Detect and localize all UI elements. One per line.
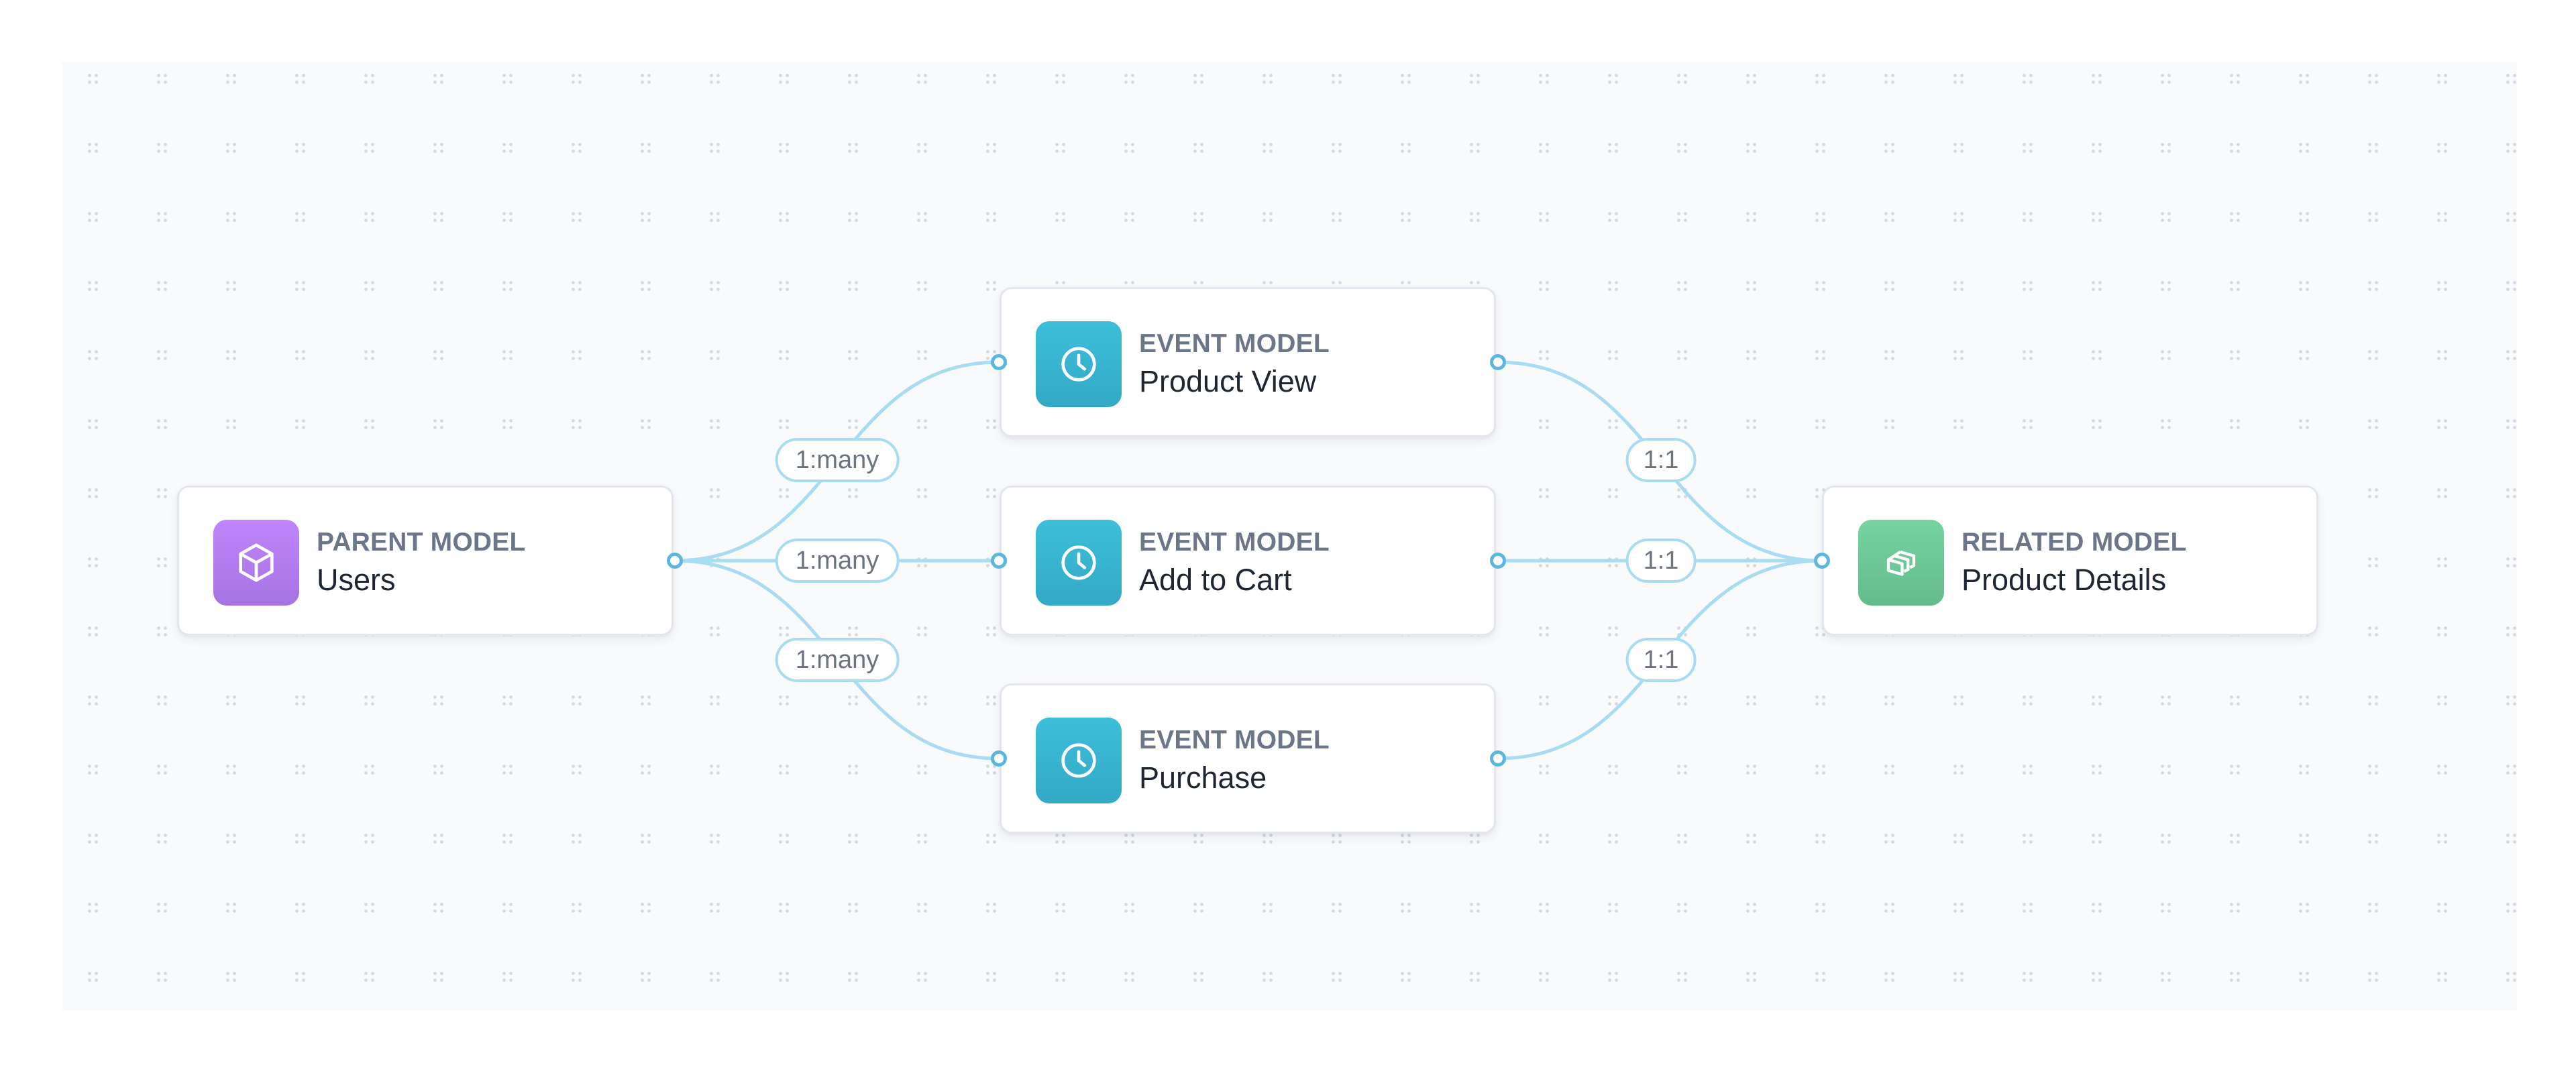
node-kind-label: RELATED MODEL	[1962, 528, 2187, 557]
cube-icon	[239, 543, 274, 582]
parent-model-icon-box	[213, 520, 299, 606]
edge-label-product-view-product-details[interactable]: 1:1	[1625, 438, 1697, 482]
node-kind-label: PARENT MODEL	[317, 528, 526, 557]
node-title: Product Details	[1962, 563, 2167, 597]
node-title: Users	[317, 563, 396, 597]
event-model-icon-box	[1036, 718, 1122, 803]
edge-label-users-product-view[interactable]: 1:many	[775, 438, 900, 482]
product-view-target-handle[interactable]	[991, 354, 1007, 370]
event-model-icon-box	[1036, 321, 1122, 407]
stacked-cards-icon	[1886, 550, 1916, 576]
node-product-details[interactable]: RELATED MODEL Product Details	[1822, 486, 2318, 636]
edge-label-users-purchase[interactable]: 1:many	[775, 638, 900, 682]
add-to-cart-target-handle[interactable]	[991, 553, 1007, 569]
event-model-icon-box	[1036, 520, 1122, 606]
node-kind-label: EVENT MODEL	[1139, 528, 1330, 557]
product-details-target-handle[interactable]	[1814, 553, 1830, 569]
node-users[interactable]: PARENT MODEL Users	[177, 486, 674, 636]
purchase-source-handle[interactable]	[1490, 750, 1506, 767]
add-to-cart-source-handle[interactable]	[1490, 553, 1506, 569]
node-kind-label: EVENT MODEL	[1139, 329, 1330, 358]
edge-label-users-add-to-cart[interactable]: 1:many	[775, 539, 900, 583]
edge-label-add-to-cart-product-details[interactable]: 1:1	[1625, 539, 1697, 583]
clock-icon	[1061, 743, 1096, 778]
node-add-to-cart[interactable]: EVENT MODEL Add to Cart	[1000, 486, 1496, 636]
node-title: Product View	[1139, 364, 1317, 398]
product-view-source-handle[interactable]	[1490, 354, 1506, 370]
node-kind-label: EVENT MODEL	[1139, 726, 1330, 754]
edge-label-purchase-product-details[interactable]: 1:1	[1625, 638, 1697, 682]
node-title: Add to Cart	[1139, 563, 1292, 597]
clock-icon	[1061, 347, 1096, 382]
node-purchase[interactable]: EVENT MODEL Purchase	[1000, 683, 1496, 834]
purchase-target-handle[interactable]	[991, 750, 1007, 767]
users-source-handle[interactable]	[667, 553, 683, 569]
node-title: Purchase	[1139, 761, 1267, 795]
related-model-icon-box	[1858, 520, 1944, 606]
node-product-view[interactable]: EVENT MODEL Product View	[1000, 287, 1496, 437]
clock-icon	[1061, 545, 1096, 580]
